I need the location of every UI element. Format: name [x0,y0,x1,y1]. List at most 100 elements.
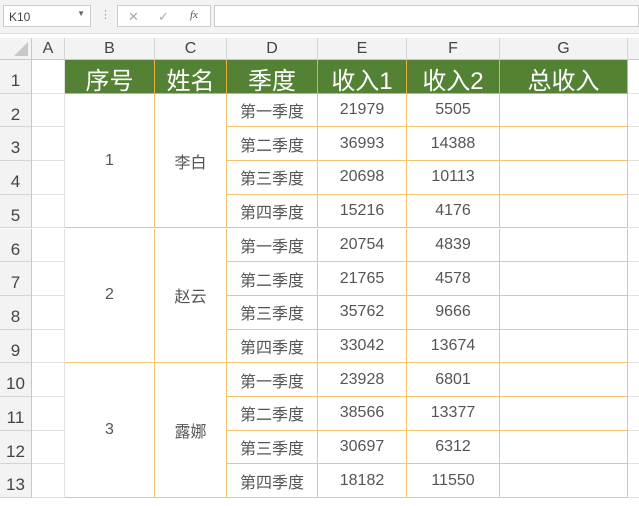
income2-cell[interactable]: 9666 [407,295,500,330]
quarter-cell[interactable]: 第二季度 [227,262,318,296]
income1-cell[interactable]: 20698 [318,161,407,195]
header-cell[interactable]: 收入2 [407,60,500,95]
income1-cell[interactable]: 21979 [318,93,407,128]
cell-H4[interactable] [628,161,639,195]
income1-cell[interactable]: 33042 [318,329,407,364]
header-cell[interactable]: 总收入 [500,60,628,95]
income1-cell[interactable]: 15216 [318,194,407,229]
quarter-cell[interactable]: 第二季度 [227,127,318,162]
row-header-10[interactable]: 10 [0,363,32,397]
cell-A1[interactable] [32,60,65,94]
income1-cell[interactable]: 38566 [318,397,407,431]
income2-cell[interactable]: 6312 [407,430,500,465]
cell-H3[interactable] [628,127,639,162]
id-cell[interactable]: 3 [65,363,155,499]
total-income-cell[interactable] [500,397,628,431]
name-cell[interactable]: 李白 [155,93,227,229]
cell-A5[interactable] [32,194,65,229]
income2-cell[interactable]: 11550 [407,464,500,499]
cell-A6[interactable] [32,228,65,263]
total-income-cell[interactable] [500,127,628,162]
total-income-cell[interactable] [500,161,628,195]
cell-H6[interactable] [628,229,639,263]
column-header-E[interactable]: E [318,38,407,60]
column-header-C[interactable]: C [155,38,227,60]
cell-H7[interactable] [628,262,639,296]
row-header-8[interactable]: 8 [0,295,32,330]
cell-H2[interactable] [628,94,639,128]
total-income-cell[interactable] [500,194,628,229]
header-cell[interactable]: 序号 [65,60,155,95]
total-income-cell[interactable] [500,93,628,128]
row-header-13[interactable]: 13 [0,464,32,499]
row-header-9[interactable]: 9 [0,329,32,364]
total-income-cell[interactable] [500,228,628,263]
column-header-A[interactable]: A [32,38,65,60]
cell-A4[interactable] [32,161,65,195]
quarter-cell[interactable]: 第四季度 [227,194,318,229]
income1-cell[interactable]: 35762 [318,295,407,330]
row-header-3[interactable]: 3 [0,127,32,162]
cell-H12[interactable] [628,431,639,465]
income2-cell[interactable]: 4176 [407,194,500,229]
name-cell[interactable]: 赵云 [155,228,227,364]
row-header-12[interactable]: 12 [0,430,32,465]
id-cell[interactable]: 2 [65,228,155,364]
cell-H11[interactable] [628,397,639,431]
column-header-G[interactable]: G [500,38,628,60]
total-income-cell[interactable] [500,430,628,465]
income2-cell[interactable]: 10113 [407,161,500,195]
cell-A12[interactable] [32,430,65,465]
row-header-6[interactable]: 6 [0,228,32,263]
cell-H10[interactable] [628,363,639,397]
total-income-cell[interactable] [500,464,628,499]
income2-cell[interactable]: 6801 [407,363,500,397]
row-header-1[interactable]: 1 [0,60,32,94]
total-income-cell[interactable] [500,262,628,296]
column-header-F[interactable]: F [407,38,500,60]
cell-A7[interactable] [32,262,65,296]
total-income-cell[interactable] [500,363,628,397]
header-cell[interactable]: 姓名 [155,60,227,95]
function-icon[interactable]: fx [190,9,198,21]
header-cell[interactable]: 收入1 [318,60,407,95]
id-cell[interactable]: 1 [65,93,155,229]
cell-H13[interactable] [628,464,639,499]
row-header-11[interactable]: 11 [0,397,32,431]
row-header-7[interactable]: 7 [0,262,32,296]
cell-A13[interactable] [32,464,65,499]
select-all-button[interactable] [0,38,32,60]
cell-A2[interactable] [32,93,65,128]
quarter-cell[interactable]: 第四季度 [227,464,318,499]
cell-A8[interactable] [32,295,65,330]
column-header-B[interactable]: B [65,38,155,60]
column-header-H[interactable] [628,38,639,60]
quarter-cell[interactable]: 第四季度 [227,329,318,364]
income2-cell[interactable]: 4578 [407,262,500,296]
income2-cell[interactable]: 13377 [407,397,500,431]
quarter-cell[interactable]: 第三季度 [227,295,318,330]
income1-cell[interactable]: 23928 [318,363,407,397]
income1-cell[interactable]: 21765 [318,262,407,296]
cell-A3[interactable] [32,127,65,162]
formula-input[interactable] [214,5,639,27]
total-income-cell[interactable] [500,329,628,364]
quarter-cell[interactable]: 第一季度 [227,228,318,263]
quarter-cell[interactable]: 第一季度 [227,93,318,128]
cell-H1[interactable] [628,60,639,94]
cancel-icon[interactable]: ✕ [128,9,139,25]
income1-cell[interactable]: 30697 [318,430,407,465]
total-income-cell[interactable] [500,295,628,330]
name-cell[interactable]: 露娜 [155,363,227,499]
enter-icon[interactable]: ✓ [158,9,169,25]
cell-A11[interactable] [32,397,65,431]
cell-H5[interactable] [628,195,639,229]
cell-H9[interactable] [628,330,639,364]
column-header-D[interactable]: D [227,38,318,60]
cell-A10[interactable] [32,363,65,397]
chevron-down-icon[interactable]: ▼ [77,9,85,18]
cell-A9[interactable] [32,329,65,364]
row-header-2[interactable]: 2 [0,93,32,128]
cell-H8[interactable] [628,296,639,330]
income2-cell[interactable]: 5505 [407,93,500,128]
